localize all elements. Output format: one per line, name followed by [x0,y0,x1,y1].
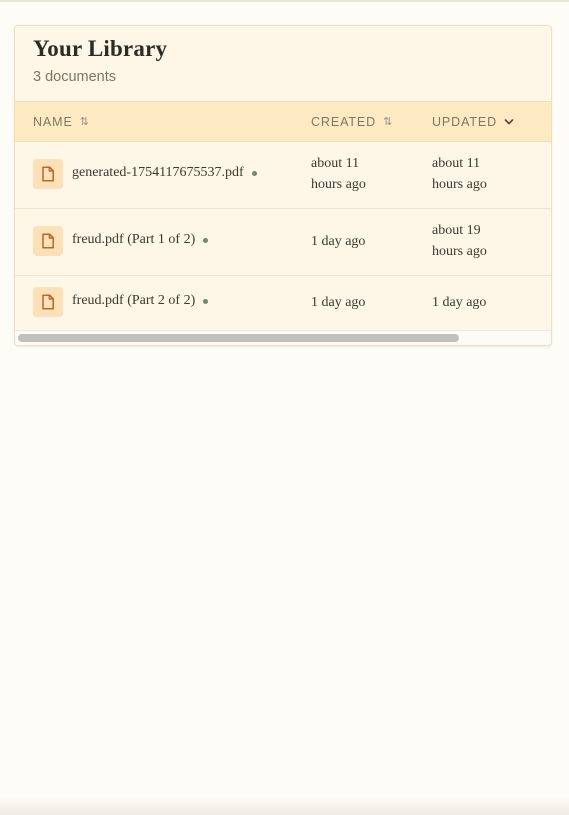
document-icon [33,226,63,256]
document-name: freud.pdf (Part 2 of 2) [72,293,196,308]
created-line: hours ago [311,177,366,192]
bottom-edge [0,797,569,815]
updated-line: 1 day ago [432,295,487,310]
page-title: Your Library [33,36,168,61]
document-name-link[interactable]: freud.pdf (Part 2 of 2) [72,293,209,309]
created-line: 1 day ago [311,295,366,310]
created-line: about 11 [311,156,360,171]
created-cell: about 11 hours ago [311,153,366,195]
table-row[interactable]: generated-1754117675537.pdf about 11 hou… [15,142,551,209]
sort-icon[interactable]: ⇅ [383,115,392,128]
updated-line: hours ago [432,177,487,192]
document-icon [33,287,63,317]
table-header: NAME ⇅ CREATED ⇅ UPDATED [15,102,551,142]
table-row[interactable]: freud.pdf (Part 1 of 2) 1 day ago about … [15,209,551,276]
library-header: Your Library 3 documents [15,26,551,102]
updated-line: about 11 [432,156,481,171]
horizontal-scrollbar[interactable] [15,330,551,345]
sort-icon[interactable]: ⇅ [80,115,89,128]
top-divider [0,0,569,2]
status-dot [203,237,209,243]
column-header-created[interactable]: CREATED ⇅ [311,102,392,141]
updated-line: about 19 [432,223,481,238]
library-card: Your Library 3 documents NAME ⇅ CREATED … [14,25,552,346]
document-icon [33,159,63,189]
document-name: generated-1754117675537.pdf [72,165,244,180]
column-header-name[interactable]: NAME ⇅ [33,102,89,141]
document-name: freud.pdf (Part 1 of 2) [72,232,196,247]
document-name-link[interactable]: generated-1754117675537.pdf [72,165,257,181]
updated-line: hours ago [432,244,487,259]
created-cell: 1 day ago [311,231,365,252]
updated-cell: about 11 hours ago [432,153,487,195]
document-count: 3 documents [33,69,117,85]
column-label-created: CREATED [311,114,377,129]
chevron-down-icon[interactable] [504,115,514,129]
status-dot [203,298,209,304]
column-label-updated: UPDATED [432,114,498,129]
created-line: 1 day ago [311,234,366,249]
document-name-link[interactable]: freud.pdf (Part 1 of 2) [72,232,209,248]
table-row[interactable]: freud.pdf (Part 2 of 2) 1 day ago 1 day … [15,276,551,330]
scrollbar-thumb[interactable] [18,334,459,342]
updated-cell: 1 day ago [432,292,486,313]
status-dot [251,170,257,176]
updated-cell: about 19 hours ago [432,220,487,262]
column-header-updated[interactable]: UPDATED [432,102,514,141]
column-label-name: NAME [33,114,73,129]
created-cell: 1 day ago [311,292,365,313]
